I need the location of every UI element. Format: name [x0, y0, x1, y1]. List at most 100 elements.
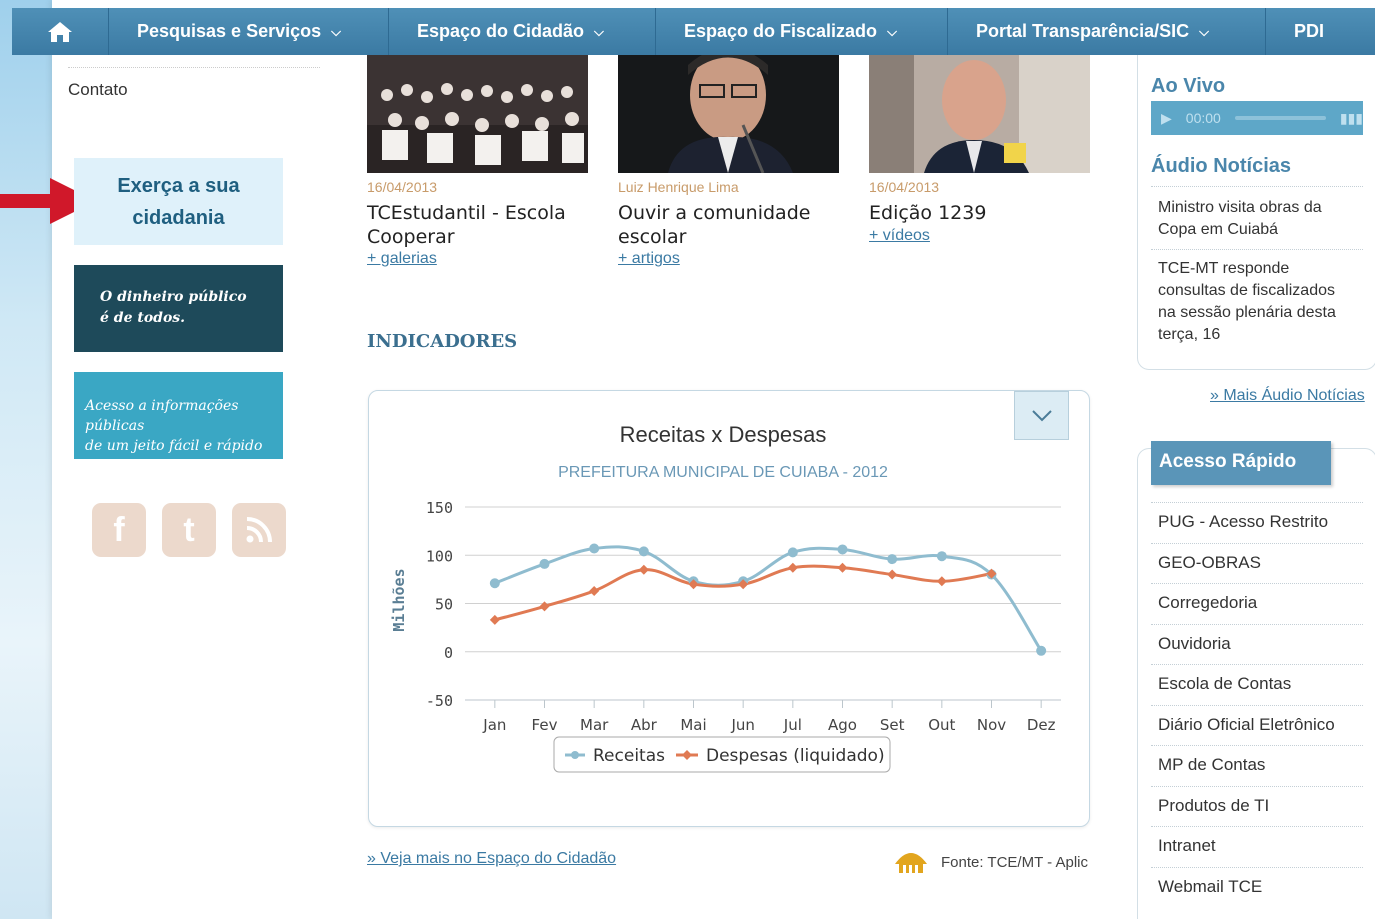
divider — [1151, 826, 1363, 827]
receitas-point[interactable] — [638, 546, 649, 557]
mais-audio-link[interactable]: » Mais Áudio Notícias — [1210, 387, 1365, 405]
receitas-point[interactable] — [539, 558, 550, 569]
despesas-point[interactable] — [837, 562, 848, 573]
nav-fiscalizado[interactable]: Espaço do Fiscalizado ⌵ — [656, 8, 948, 55]
x-tick-label: Ago — [828, 716, 857, 734]
nav-pesquisas[interactable]: Pesquisas e Serviços ⌵ — [109, 8, 389, 55]
news-title-line: Ouvir a comunidade — [618, 202, 811, 224]
nav-pdi[interactable]: PDI — [1266, 8, 1352, 55]
receitas-point[interactable] — [589, 543, 600, 554]
despesas-point[interactable] — [638, 564, 649, 575]
acesso-rapido-item[interactable]: Intranet — [1158, 836, 1216, 856]
receitas-point[interactable] — [837, 544, 848, 555]
x-tick-label: Abr — [631, 716, 658, 734]
news-title[interactable]: Ouvir a comunidade escolar — [618, 201, 810, 249]
audio-news-line: terça, 16 — [1158, 326, 1221, 343]
news-title-line: TCEstudantil - Escola — [367, 202, 566, 224]
nav-fiscalizado-label: Espaço do Fiscalizado — [684, 21, 878, 41]
series-line-receitas — [494, 545, 1043, 652]
nav-cidadao[interactable]: Espaço do Cidadão ⌵ — [389, 8, 656, 55]
legend-receitas-label[interactable]: Receitas — [593, 746, 665, 766]
artigos-link[interactable]: + artigos — [618, 250, 680, 268]
veja-mais-link[interactable]: » Veja mais no Espaço do Cidadão — [367, 850, 616, 868]
galerias-link[interactable]: + galerias — [367, 250, 437, 268]
x-tick-label: Jul — [783, 716, 802, 734]
audio-news-item[interactable]: TCE-MT responde consultas de fiscalizado… — [1158, 258, 1363, 346]
acesso-rapido-item[interactable]: GEO-OBRAS — [1158, 553, 1261, 573]
acesso-rapido-heading: Acesso Rápido — [1151, 441, 1331, 485]
news-date: 16/04/2013 — [367, 179, 438, 195]
news-thumbnail[interactable] — [367, 55, 588, 173]
audio-news-line: na sessão plenária desta — [1158, 304, 1336, 321]
banner-line: cidadania — [132, 207, 225, 229]
receitas-point[interactable] — [936, 551, 947, 562]
twitter-icon[interactable]: t — [162, 503, 216, 557]
acesso-rapido-item[interactable]: Webmail TCE — [1158, 877, 1262, 897]
news-title[interactable]: Edição 1239 — [869, 201, 986, 225]
acesso-rapido-item[interactable]: MP de Contas — [1158, 755, 1265, 775]
news-title-line: Cooperar — [367, 226, 455, 248]
acesso-rapido-item[interactable]: Corregedoria — [1158, 593, 1257, 613]
videos-link[interactable]: + vídeos — [869, 227, 930, 245]
divider — [1151, 664, 1363, 665]
y-tick-label: -50 — [426, 692, 453, 710]
despesas-point[interactable] — [589, 585, 600, 596]
audio-news-item[interactable]: Ministro visita obras da Copa em Cuiabá — [1158, 197, 1363, 241]
audio-noticias-heading: Áudio Notícias — [1151, 155, 1292, 177]
news-title[interactable]: TCEstudantil - Escola Cooperar — [367, 201, 566, 249]
receitas-point[interactable] — [887, 554, 898, 565]
banner-line: Acesso a informações públicas — [85, 398, 239, 434]
nav-transparencia[interactable]: Portal Transparência/SIC ⌵ — [948, 8, 1266, 55]
facebook-icon[interactable]: f — [92, 503, 146, 557]
acesso-informacoes-banner[interactable]: Acesso a informações públicas de um jeit… — [74, 372, 283, 459]
x-tick-label: Mai — [680, 716, 706, 734]
y-tick-label: 100 — [426, 547, 453, 565]
player-progress[interactable] — [1234, 116, 1326, 120]
despesas-point[interactable] — [787, 562, 798, 573]
x-tick-label: Dez — [1027, 716, 1056, 734]
series-line-despesas — [494, 564, 992, 622]
audio-news-line: TCE-MT responde — [1158, 260, 1290, 277]
legend-despesas-label[interactable]: Despesas (liquidado) — [706, 746, 885, 766]
nav-transparencia-label: Portal Transparência/SIC — [976, 21, 1190, 41]
rss-glyph — [246, 517, 272, 543]
y-axis-label: Milhões — [390, 568, 408, 631]
despesas-point[interactable] — [539, 601, 550, 612]
interview-photo — [869, 55, 1090, 173]
news-author: Luiz Henrique Lima — [618, 179, 739, 195]
ao-vivo-heading: Ao Vivo — [1151, 75, 1226, 97]
news-thumbnail[interactable] — [869, 55, 1090, 173]
main-navbar: Pesquisas e Serviços ⌵ Espaço do Cidadão… — [12, 8, 1375, 55]
contato-link[interactable]: Contato — [68, 80, 128, 100]
news-thumbnail[interactable] — [618, 55, 839, 173]
despesas-point[interactable] — [887, 569, 898, 580]
home-button[interactable] — [12, 8, 109, 55]
acesso-rapido-item[interactable]: Escola de Contas — [1158, 674, 1291, 694]
despesas-point[interactable] — [489, 614, 500, 625]
despesas-point[interactable] — [936, 576, 947, 587]
acesso-rapido-item[interactable]: PUG - Acesso Restrito — [1158, 512, 1328, 532]
acesso-rapido-item[interactable]: Diário Oficial Eletrônico — [1158, 715, 1335, 735]
chevron-down-icon: ⌵ — [594, 23, 604, 39]
divider — [68, 67, 320, 68]
news-title-line: escolar — [618, 226, 687, 248]
dinheiro-publico-banner[interactable]: O dinheiro público é de todos. — [74, 265, 283, 352]
receitas-point[interactable] — [489, 578, 500, 589]
volume-icon[interactable]: ▮▮▮ — [1340, 110, 1363, 127]
news-date: 16/04/2013 — [869, 179, 940, 195]
receitas-point[interactable] — [787, 547, 798, 558]
exerca-cidadania-banner[interactable]: Exerça a sua cidadania — [74, 158, 283, 245]
news-title-line: Edição 1239 — [869, 202, 987, 224]
divider — [1151, 186, 1363, 187]
audio-news-line: Ministro visita obras da — [1158, 199, 1322, 216]
banner-line: Exerça a sua — [117, 175, 240, 197]
divider — [1151, 623, 1363, 625]
x-tick-label: Fev — [532, 716, 558, 734]
nav-pdi-label: PDI — [1294, 21, 1325, 41]
receitas-point[interactable] — [1036, 645, 1047, 656]
acesso-rapido-item[interactable]: Ouvidoria — [1158, 634, 1231, 654]
play-icon[interactable]: ▶ — [1161, 110, 1172, 127]
acesso-rapido-item[interactable]: Produtos de TI — [1158, 796, 1269, 816]
player-time: 00:00 — [1185, 110, 1221, 126]
rss-icon[interactable] — [232, 503, 286, 557]
